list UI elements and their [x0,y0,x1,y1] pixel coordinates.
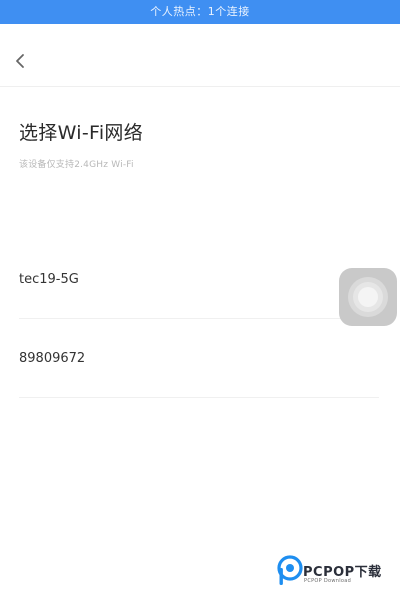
pcpop-logo-icon [277,555,303,585]
hotspot-status-bar[interactable]: 个人热点：1个连接 [0,0,400,24]
page-subtitle: 该设备仅支持2.4GHz Wi-Fi [19,160,134,170]
wifi-network-list: tec19-5G 89809672 [19,240,379,398]
screen: 个人热点：1个连接 选择Wi-Fi网络 该设备仅支持2.4GHz Wi-Fi t… [0,0,400,593]
navigation-bar [0,24,400,87]
wifi-network-name: 89809672 [19,351,86,366]
page-title: 选择Wi-Fi网络 [19,122,144,144]
wifi-network-item[interactable]: 89809672 [19,319,379,398]
back-button[interactable] [8,48,34,74]
hotspot-status-text: 个人热点：1个连接 [150,5,250,18]
assistive-touch-icon [348,277,388,317]
assistive-touch-button[interactable] [339,268,397,326]
chevron-left-icon [16,54,24,68]
pcpop-watermark: PCPOP下载 PCPOP Download [276,555,400,589]
wifi-network-item[interactable]: tec19-5G [19,240,379,319]
wifi-network-name: tec19-5G [19,272,79,287]
watermark-tagline: PCPOP Download [304,578,352,584]
